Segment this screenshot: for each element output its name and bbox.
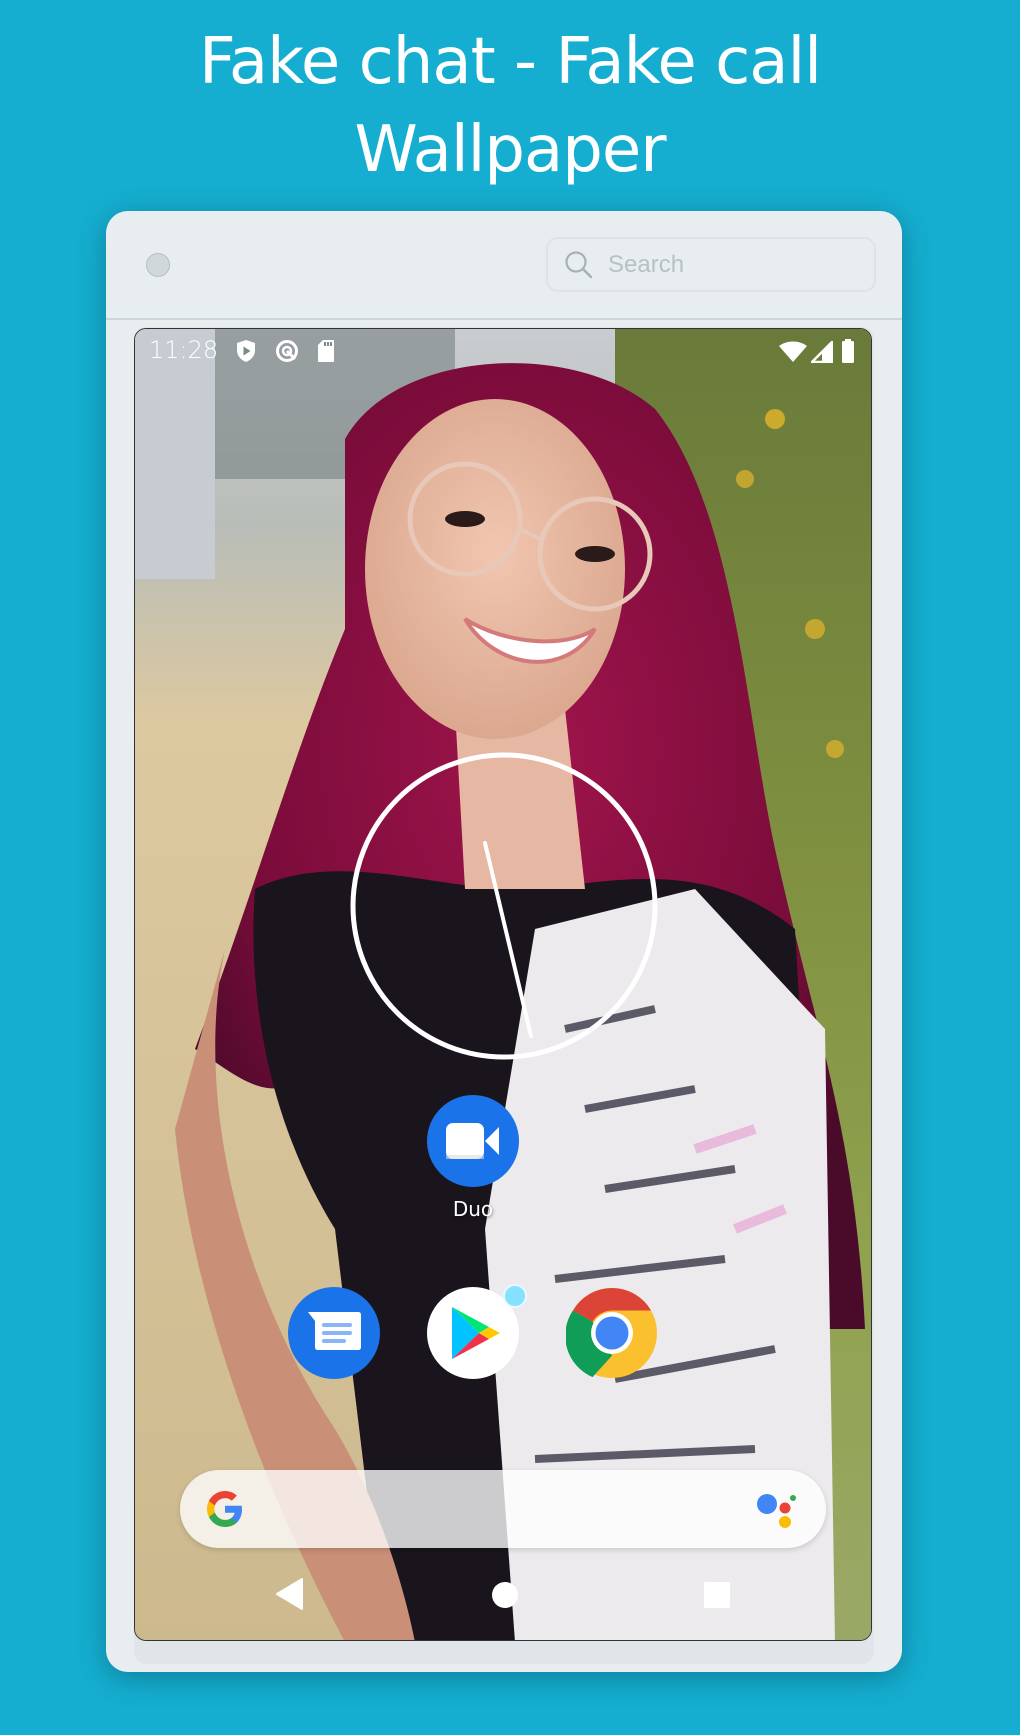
google-g-icon: [207, 1491, 242, 1527]
duo-video-icon: [446, 1123, 499, 1159]
chrome-icon: [565, 1288, 657, 1378]
window-toolbar: [106, 211, 902, 320]
status-bar: 11:28: [135, 329, 871, 373]
search-input[interactable]: [608, 239, 858, 290]
google-search-bar[interactable]: [180, 1470, 826, 1548]
cellular-signal-icon: [811, 341, 833, 363]
status-time: 11:28: [149, 336, 219, 364]
search-icon: [565, 251, 593, 279]
data-saver-icon: [276, 340, 298, 362]
search-box[interactable]: [546, 237, 876, 292]
app-duo[interactable]: [427, 1095, 519, 1187]
app-label-duo: Duo: [452, 1197, 494, 1221]
nav-home-button[interactable]: [491, 1581, 519, 1609]
play-protect-icon: [237, 340, 255, 362]
title-line-1: Fake chat - Fake call: [198, 25, 822, 99]
google-assistant-icon: [757, 1494, 796, 1528]
title-line-2: Wallpaper: [354, 113, 666, 187]
app-messages[interactable]: [288, 1287, 380, 1379]
app-chrome[interactable]: [565, 1287, 658, 1379]
android-home-screen: 11:28 Duo: [134, 328, 872, 1641]
nav-back-button[interactable]: [275, 1577, 305, 1611]
wifi-icon: [779, 341, 807, 362]
clock-face: [350, 752, 658, 1060]
sd-card-icon: [318, 340, 334, 362]
notification-badge: [503, 1284, 527, 1308]
messages-icon: [308, 1312, 361, 1350]
window-control-dot[interactable]: [146, 253, 170, 277]
analog-clock-widget[interactable]: [349, 751, 659, 1061]
clock-hand: [483, 841, 533, 1038]
nav-recents-button[interactable]: [703, 1581, 731, 1609]
page-title: Fake chat - Fake call Wallpaper: [0, 18, 1020, 194]
battery-icon: [842, 339, 854, 363]
